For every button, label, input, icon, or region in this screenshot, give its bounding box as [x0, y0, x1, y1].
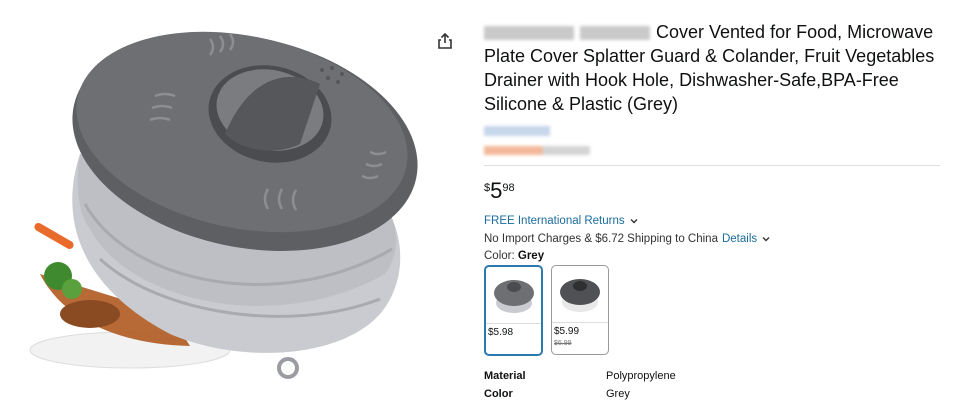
color-label: Color:: [484, 250, 515, 262]
swatch-separator: [486, 323, 541, 324]
swatch-price: $5.99: [554, 326, 580, 337]
color-value: Grey: [517, 250, 545, 262]
color-swatches: $5.98 $5.99 $6.99: [484, 265, 944, 356]
chevron-down-icon: [630, 219, 638, 224]
swatch-white-grey[interactable]: $5.99 $6.99: [551, 265, 609, 355]
swatch-separator: [552, 322, 608, 323]
blurred-brand: [484, 26, 574, 41]
color-selection: Color: Grey: [484, 250, 944, 262]
returns-link[interactable]: FREE International Returns: [484, 215, 944, 227]
store-link-blurred[interactable]: [484, 126, 550, 136]
spec-row: Color Grey: [484, 388, 944, 406]
swatch-grey[interactable]: $5.98: [484, 265, 543, 356]
spec-key: Color: [484, 388, 513, 400]
swatch-price: $5.98: [488, 327, 514, 338]
product-image[interactable]: [20, 14, 420, 394]
chevron-down-icon[interactable]: [762, 235, 770, 243]
product-info: Cover Vented for Food, Microwave Plate C…: [484, 20, 944, 406]
rating-blurred[interactable]: [484, 146, 590, 155]
divider: [484, 165, 940, 166]
swatch-old-price: $6.99: [554, 340, 572, 347]
price: $ 5 98: [484, 180, 944, 204]
share-icon[interactable]: [436, 32, 454, 50]
returns-label: FREE International Returns: [484, 215, 625, 227]
details-link[interactable]: Details: [722, 233, 757, 245]
price-whole: 5: [490, 178, 503, 203]
blurred-brand-2: [580, 26, 650, 41]
shipping-info: No Import Charges & $6.72 Shipping to Ch…: [484, 233, 944, 245]
product-title: Cover Vented for Food, Microwave Plate C…: [484, 20, 944, 116]
spec-row: Material Polypropylene: [484, 370, 944, 388]
spec-key: Material: [484, 370, 526, 382]
price-fraction: 98: [502, 182, 515, 194]
product-specs: Material Polypropylene Color Grey: [484, 370, 944, 406]
spec-value: Grey: [606, 388, 630, 400]
shipping-text: No Import Charges & $6.72 Shipping to Ch…: [484, 233, 718, 245]
swatch-white-thumbnail: [560, 279, 600, 312]
swatch-grey-thumbnail: [494, 280, 534, 313]
spec-value: Polypropylene: [606, 370, 676, 382]
